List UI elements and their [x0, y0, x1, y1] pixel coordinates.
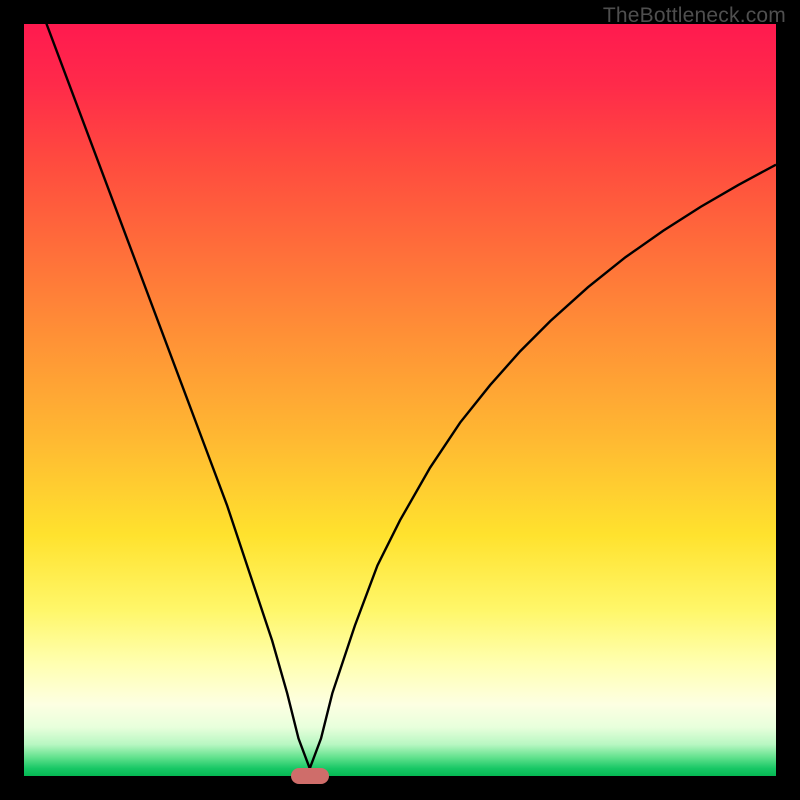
gradient-background — [24, 24, 776, 776]
chart-frame — [24, 24, 776, 776]
optimal-marker — [291, 768, 329, 784]
chart-svg — [24, 24, 776, 776]
